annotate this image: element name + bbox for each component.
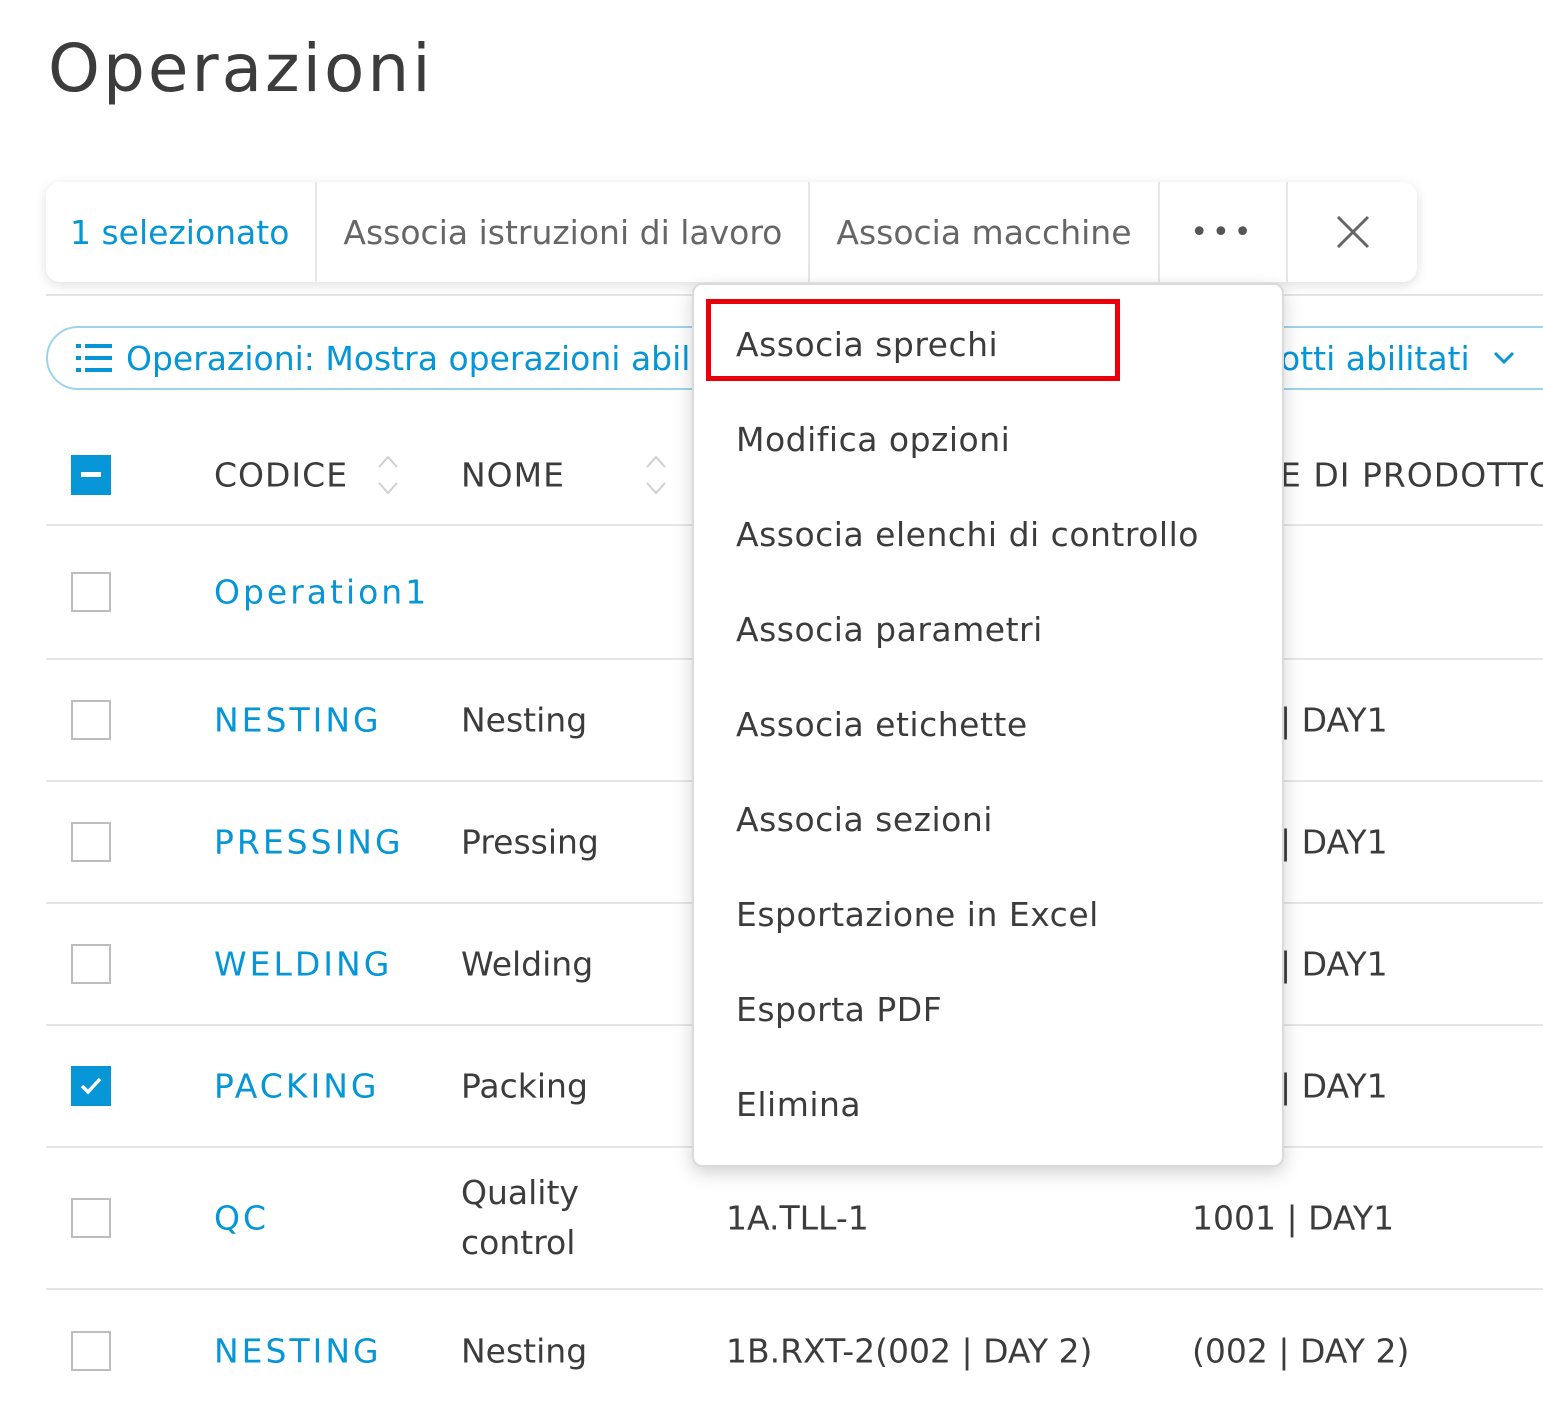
row-product: (002 | DAY 2) [1192, 1331, 1410, 1371]
row-product: | DAY1 [1280, 700, 1388, 740]
row-checkbox[interactable] [71, 944, 111, 984]
minus-icon [81, 472, 101, 477]
list-icon [76, 344, 112, 372]
menu-item-associate-parameters[interactable]: Associa parametri [736, 610, 1043, 649]
row-sequence: 1B.RXT-2(002 | DAY 2) [726, 1331, 1093, 1371]
row-code-link[interactable]: PACKING [214, 1067, 379, 1106]
row-name: Packing [461, 1066, 588, 1106]
menu-item-delete[interactable]: Elimina [736, 1085, 861, 1124]
close-selection-button[interactable] [1288, 182, 1417, 282]
menu-item-associate-checklists[interactable]: Associa elenchi di controllo [736, 515, 1199, 554]
associate-work-instructions-button[interactable]: Associa istruzioni di lavoro [317, 182, 811, 282]
chevron-down-icon [1493, 351, 1514, 365]
row-code-link[interactable]: WELDING [214, 945, 392, 984]
menu-item-export-excel[interactable]: Esportazione in Excel [736, 895, 1099, 934]
row-checkbox[interactable] [71, 1198, 111, 1238]
menu-item-associate-waste[interactable]: Associa sprechi [736, 325, 998, 364]
menu-item-associate-labels[interactable]: Associa etichette [736, 705, 1028, 744]
row-code-link[interactable]: NESTING [214, 1332, 382, 1371]
header-code[interactable]: CODICE [214, 456, 348, 495]
row-checkbox[interactable] [71, 1066, 111, 1106]
row-sequence: 1A.TLL-1 [726, 1198, 869, 1238]
row-name: Welding [461, 944, 594, 984]
row-code-link[interactable]: QC [214, 1199, 269, 1238]
selection-action-bar: 1 selezionato Associa istruzioni di lavo… [46, 182, 1417, 282]
row-name: Nesting [461, 700, 588, 740]
associate-machines-button[interactable]: Associa macchine [810, 182, 1160, 282]
checkmark-icon [80, 1077, 102, 1095]
row-name: Quality control [461, 1173, 579, 1262]
row-product: | DAY1 [1280, 822, 1388, 862]
operations-filter-label: Operazioni: Mostra operazioni abil [126, 338, 691, 378]
more-actions-button[interactable]: ••• [1160, 182, 1289, 282]
row-checkbox[interactable] [71, 572, 111, 612]
header-product[interactable]: E DI PRODOTTO [1280, 456, 1543, 495]
sort-icon[interactable] [644, 453, 668, 497]
sort-icon[interactable] [376, 453, 400, 497]
header-name[interactable]: NOME [461, 456, 565, 495]
more-actions-menu: Associa sprechi Modifica opzioni Associa… [692, 283, 1284, 1167]
selected-count: 1 selezionato [46, 182, 318, 282]
row-name: Pressing [461, 822, 599, 862]
table-row[interactable]: QC Quality control 1A.TLL-1 1001 | DAY1 [46, 1148, 1543, 1290]
row-checkbox[interactable] [71, 700, 111, 740]
products-filter-label: otti abilitati [1280, 338, 1470, 378]
select-all-checkbox[interactable] [71, 455, 111, 495]
close-icon [1336, 215, 1369, 249]
row-product: 1001 | DAY1 [1192, 1198, 1395, 1238]
menu-item-export-pdf[interactable]: Esporta PDF [736, 990, 942, 1029]
menu-item-edit-options[interactable]: Modifica opzioni [736, 420, 1010, 459]
row-code-link[interactable]: PRESSING [214, 823, 404, 862]
operations-filter[interactable]: Operazioni: Mostra operazioni abil [46, 326, 746, 390]
row-checkbox[interactable] [71, 822, 111, 862]
row-code-link[interactable]: NESTING [214, 701, 382, 740]
row-name: Nesting [461, 1331, 588, 1371]
row-product: | DAY1 [1280, 944, 1388, 984]
row-product: | DAY1 [1280, 1066, 1388, 1106]
row-checkbox[interactable] [71, 1331, 111, 1371]
page-title: Operazioni [48, 30, 434, 107]
row-code-link[interactable]: Operation1 [214, 573, 429, 612]
table-row[interactable]: NESTING Nesting 1B.RXT-2(002 | DAY 2) (0… [46, 1290, 1543, 1406]
menu-item-associate-sections[interactable]: Associa sezioni [736, 800, 993, 839]
